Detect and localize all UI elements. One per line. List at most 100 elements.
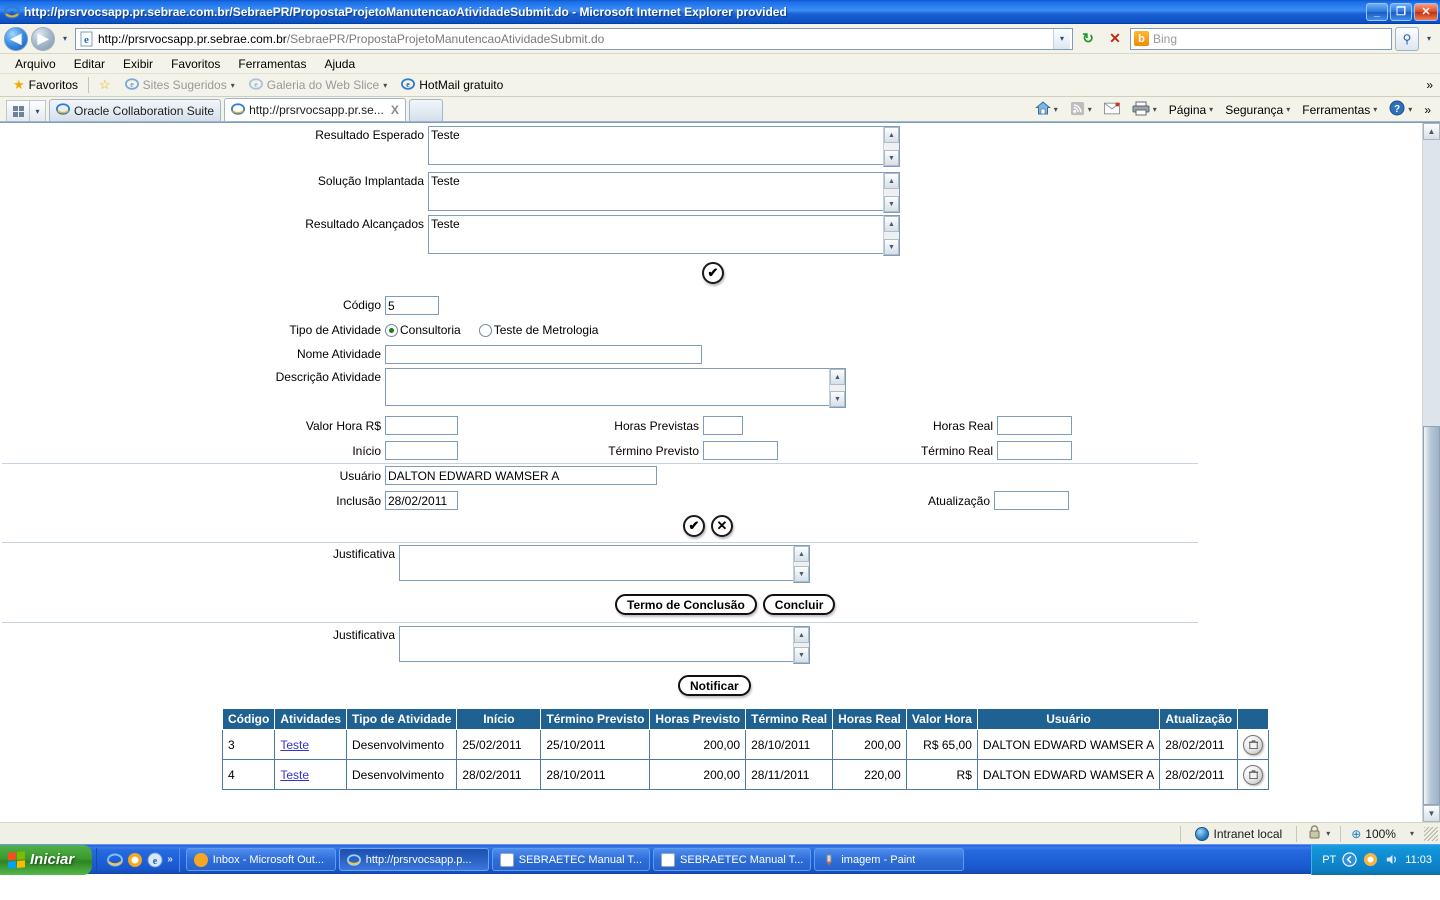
termino-real-input[interactable] <box>997 441 1072 460</box>
stop-icon[interactable]: ✕ <box>1103 27 1127 51</box>
minimize-button[interactable]: _ <box>1366 2 1388 21</box>
scroll-down-icon[interactable]: ▼ <box>884 196 899 212</box>
page-scroll-up-icon[interactable]: ▲ <box>1423 123 1440 140</box>
scroll-down-icon[interactable]: ▼ <box>794 566 809 582</box>
chevron-down-icon[interactable]: ▾ <box>1373 105 1377 114</box>
termo-de-conclusao-button[interactable]: Termo de Conclusão <box>615 594 757 615</box>
scroll-up-icon[interactable]: ▲ <box>794 627 809 643</box>
inclusao-input[interactable] <box>385 491 458 510</box>
tab-oracle-collaboration-suite[interactable]: Oracle Collaboration Suite <box>49 99 222 121</box>
chevron-down-icon[interactable]: ▾ <box>1088 105 1092 114</box>
page-scrollbar[interactable]: ▲ ▼ <box>1422 123 1440 822</box>
scroll-down-icon[interactable]: ▼ <box>794 647 809 663</box>
termino-previsto-input[interactable] <box>703 441 778 460</box>
menu-item-favoritos[interactable]: Favoritos <box>162 56 229 72</box>
quicklaunch-ie-icon[interactable] <box>107 852 124 868</box>
refresh-icon[interactable]: ↻ <box>1076 27 1100 51</box>
justificativa-2-field[interactable]: ▲ ▼ <box>399 626 810 664</box>
command-ferramentas[interactable]: Ferramentas ▾ <box>1297 103 1382 117</box>
radio-teste-metrologia-icon[interactable] <box>478 323 492 337</box>
favorites-item-galeria-web-slice[interactable]: e Galeria do Web Slice ▾ <box>242 77 395 94</box>
search-icon[interactable]: ⚲ <box>1395 26 1419 51</box>
scroll-up-icon[interactable]: ▲ <box>884 173 899 189</box>
cancel-button[interactable]: ✕ <box>711 515 733 537</box>
descricao-scrollbar[interactable]: ▲ ▼ <box>829 368 846 408</box>
search-input[interactable]: b Bing <box>1130 27 1392 50</box>
command-overflow-icon[interactable]: » <box>1419 103 1436 117</box>
menu-item-exibir[interactable]: Exibir <box>114 56 162 72</box>
solucao-implantada-textarea[interactable] <box>428 172 883 211</box>
cell-atividades[interactable]: Teste <box>274 729 348 760</box>
codigo-input[interactable] <box>385 296 439 315</box>
atividade-link[interactable]: Teste <box>280 768 309 782</box>
chevron-down-icon[interactable]: ▾ <box>1153 105 1157 114</box>
justificativa-1-field[interactable]: ▲ ▼ <box>399 545 810 583</box>
justificativa-1-textarea[interactable] <box>399 545 793 581</box>
quicklaunch-outlook-icon[interactable] <box>127 852 143 868</box>
chevron-down-icon[interactable]: ▾ <box>1286 105 1290 114</box>
menu-item-ferramentas[interactable]: Ferramentas <box>229 56 315 72</box>
print-button[interactable]: ▾ <box>1127 101 1162 119</box>
resultado-alcancados-field[interactable]: ▲ ▼ <box>428 215 900 256</box>
save-top-button[interactable]: ✔ <box>702 262 724 284</box>
chevron-down-icon[interactable]: ▾ <box>1054 105 1058 114</box>
search-dropdown-icon[interactable]: ▾ <box>1422 28 1436 50</box>
descricao-atividade-field[interactable]: ▲ ▼ <box>385 368 846 408</box>
favorites-button[interactable]: ★ Favoritos <box>6 77 85 93</box>
scroll-down-icon[interactable]: ▼ <box>884 239 899 255</box>
add-to-favorites-button[interactable]: ☆ <box>92 77 118 93</box>
chevron-down-icon[interactable]: ▾ <box>1410 829 1414 838</box>
scroll-up-icon[interactable]: ▲ <box>794 546 809 562</box>
cell-atividades[interactable]: Teste <box>274 759 348 790</box>
task-sebraetec-manual-2[interactable]: SEBRAETEC Manual T... <box>653 848 812 871</box>
cell-actions[interactable] <box>1237 759 1270 790</box>
usuario-input[interactable] <box>385 466 657 485</box>
notificar-button[interactable]: Notificar <box>678 675 751 696</box>
feeds-button[interactable]: ▾ <box>1065 101 1097 119</box>
language-indicator[interactable]: PT <box>1322 854 1336 866</box>
resultado-esperado-field[interactable]: ▲ ▼ <box>428 126 900 167</box>
inicio-input[interactable] <box>385 441 458 460</box>
atualizacao-input[interactable] <box>994 491 1069 510</box>
favorites-item-sites-sugeridos[interactable]: e Sites Sugeridos ▾ <box>118 77 242 94</box>
menu-item-arquivo[interactable]: Arquivo <box>6 56 65 72</box>
url-dropdown-icon[interactable]: ▾ <box>1053 28 1070 49</box>
zoom-control[interactable]: ⊕ 100% ▾ <box>1341 827 1424 841</box>
page-scroll-down-icon[interactable]: ▼ <box>1423 805 1440 822</box>
task-sebraetec-manual-1[interactable]: SEBRAETEC Manual T... <box>491 848 651 871</box>
help-button[interactable]: ? ▾ <box>1384 100 1417 119</box>
radio-teste-metrologia[interactable]: Teste de Metrologia <box>478 323 598 337</box>
concluir-button[interactable]: Concluir <box>762 594 836 615</box>
menu-item-editar[interactable]: Editar <box>65 56 114 72</box>
clock[interactable]: 11:03 <box>1405 854 1432 866</box>
cell-actions[interactable] <box>1237 729 1270 760</box>
favorites-overflow-icon[interactable]: » <box>1419 78 1440 92</box>
read-mail-button[interactable] <box>1099 102 1125 118</box>
close-button[interactable]: ✕ <box>1414 2 1438 21</box>
back-button[interactable]: ◀ <box>4 26 28 51</box>
justificativa-2-scrollbar[interactable]: ▲ ▼ <box>793 626 810 664</box>
horas-previstas-input[interactable] <box>703 416 743 435</box>
scroll-down-icon[interactable]: ▼ <box>884 150 899 166</box>
task-prsrvocsapp[interactable]: http://prsrvocsapp.p... <box>338 848 489 871</box>
menu-item-ajuda[interactable]: Ajuda <box>315 56 364 72</box>
url-input[interactable]: e http://prsrvocsapp.pr.sebrae.com.br/Se… <box>75 27 1073 50</box>
confirm-button[interactable]: ✔ <box>683 515 705 537</box>
valor-hora-input[interactable] <box>385 416 458 435</box>
chevron-down-icon[interactable]: ▾ <box>1209 105 1213 114</box>
scroll-up-icon[interactable]: ▲ <box>884 216 899 232</box>
chevron-down-icon[interactable]: ▾ <box>231 81 235 90</box>
tab-prsrvocsapp[interactable]: http://prsrvocsapp.pr.se... X <box>224 98 406 121</box>
home-button[interactable]: ▾ <box>1030 100 1063 119</box>
task-imagem-paint[interactable]: imagem - Paint <box>814 848 965 871</box>
page-scroll-track[interactable] <box>1423 140 1440 805</box>
tray-volume-icon[interactable] <box>1384 852 1399 867</box>
forward-button[interactable]: ▶ <box>31 26 55 51</box>
scroll-up-icon[interactable]: ▲ <box>884 127 899 143</box>
resultado-alcancados-textarea[interactable] <box>428 215 883 254</box>
radio-consultoria-icon[interactable] <box>385 323 398 337</box>
favorites-item-hotmail[interactable]: e HotMail gratuito <box>394 77 510 94</box>
resultado-alcancados-scrollbar[interactable]: ▲ ▼ <box>883 215 900 256</box>
horas-real-input[interactable] <box>997 416 1072 435</box>
chevron-down-icon[interactable]: ▾ <box>383 81 387 90</box>
